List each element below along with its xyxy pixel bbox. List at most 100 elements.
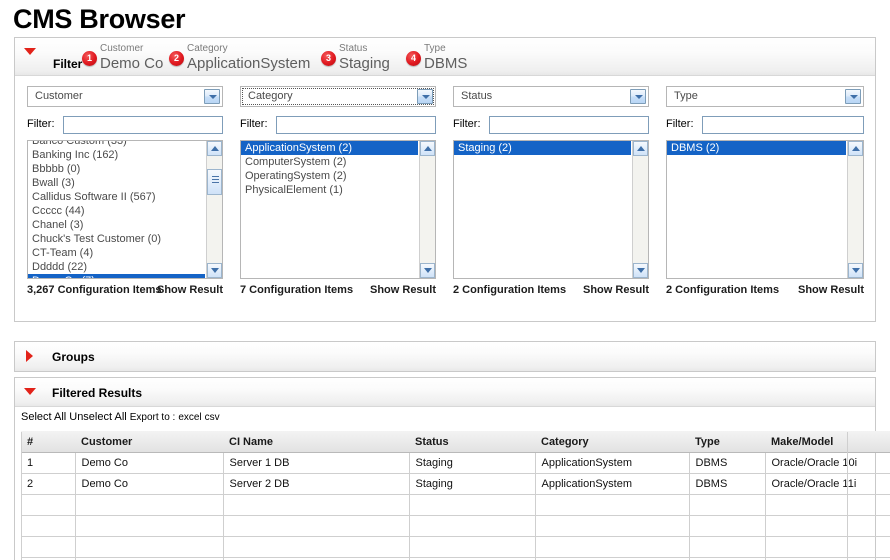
list-item[interactable]: ApplicationSystem (2)	[241, 141, 418, 155]
list-item[interactable]: Staging (2)	[454, 141, 631, 155]
table-column-header[interactable]: #	[21, 431, 75, 453]
list-item[interactable]: ComputerSystem (2)	[241, 155, 418, 169]
filter-input-customer[interactable]	[63, 116, 223, 134]
scroll-down-arrow-icon[interactable]	[420, 263, 435, 278]
table-column-header[interactable]: Make/Model	[765, 431, 890, 453]
results-panel-header[interactable]: Filtered Results	[15, 378, 875, 407]
table-row[interactable]: 2 Demo Co Server 2 DB Staging ApplicationSys…	[21, 473, 890, 495]
scroll-down-arrow-icon[interactable]	[633, 263, 648, 278]
filter-listbox-customer[interactable]: Banco Custom (33) Banking Inc (162) Bbbbb …	[27, 140, 223, 279]
scroll-down-arrow-icon[interactable]	[848, 263, 863, 278]
table-cell	[765, 536, 890, 558]
table-cell	[21, 536, 76, 558]
select-all-link[interactable]: Select All	[21, 411, 66, 423]
scroll-up-arrow-icon[interactable]	[633, 141, 648, 156]
groups-panel-header[interactable]: Groups	[15, 342, 875, 371]
scrollbar-category[interactable]	[419, 141, 435, 278]
table-row[interactable]	[21, 515, 890, 537]
table-cell	[765, 494, 890, 516]
filter-summary-value-3: Staging	[339, 55, 390, 72]
table-cell: ApplicationSystem	[535, 473, 690, 495]
filter-select-customer[interactable]: Customer	[27, 86, 223, 107]
table-row[interactable]	[21, 536, 890, 558]
scroll-down-arrow-icon[interactable]	[207, 263, 222, 278]
unselect-all-link[interactable]: Unselect All	[69, 411, 126, 423]
table-cell: Staging	[409, 473, 536, 495]
table-column-header[interactable]: Type	[689, 431, 765, 453]
list-item[interactable]: Banco Custom (33)	[28, 141, 205, 148]
filtered-results-panel: Filtered Results Select All Unselect All E…	[14, 377, 890, 560]
filter-step-badge-4[interactable]: 4	[406, 51, 421, 66]
scroll-up-arrow-icon[interactable]	[848, 141, 863, 156]
filter-listbox-options-customer: Banco Custom (33) Banking Inc (162) Bbbbb …	[28, 141, 205, 278]
list-item[interactable]: DBMS (2)	[667, 141, 846, 155]
table-cell: Oracle/Oracle 11i	[765, 473, 890, 495]
table-column-header[interactable]: Category	[535, 431, 689, 453]
table-row[interactable]	[21, 494, 890, 516]
filter-input-type[interactable]	[702, 116, 864, 134]
filter-select-category[interactable]: Category	[240, 86, 436, 107]
filter-input-category[interactable]	[276, 116, 436, 134]
chevron-down-icon[interactable]	[417, 89, 433, 104]
filter-listbox-options-category: ApplicationSystem (2) ComputerSystem (2) O…	[241, 141, 418, 278]
export-excel-link[interactable]: excel	[178, 412, 201, 423]
list-item[interactable]: Ddddd (22)	[28, 260, 205, 274]
list-item[interactable]: Demo Co (7)	[28, 274, 205, 278]
chevron-down-icon[interactable]	[204, 89, 220, 104]
show-result-link-customer[interactable]: Show Result	[157, 284, 223, 296]
list-item[interactable]: Banking Inc (162)	[28, 148, 205, 162]
list-item[interactable]: CT-Team (4)	[28, 246, 205, 260]
filter-input-status[interactable]	[489, 116, 649, 134]
table-column-header[interactable]: Status	[409, 431, 535, 453]
list-item[interactable]: Bbbbb (0)	[28, 162, 205, 176]
export-csv-link[interactable]: csv	[205, 412, 220, 423]
show-result-link-status[interactable]: Show Result	[583, 284, 649, 296]
scroll-up-arrow-icon[interactable]	[207, 141, 222, 156]
table-column-header[interactable]: CI Name	[223, 431, 409, 453]
list-item[interactable]: Callidus Software II (567)	[28, 190, 205, 204]
table-row[interactable]: 1 Demo Co Server 1 DB Staging ApplicationSys…	[21, 452, 890, 474]
filter-text-label-customer: Filter:	[27, 118, 55, 130]
table-header-row: # Customer CI Name Status Category Type Make/M…	[21, 431, 890, 453]
filter-select-status[interactable]: Status	[453, 86, 649, 107]
scroll-up-arrow-icon[interactable]	[420, 141, 435, 156]
table-cell: 1	[21, 452, 76, 474]
filter-listbox-type[interactable]: DBMS (2)	[666, 140, 864, 279]
table-column-header[interactable]: Customer	[75, 431, 223, 453]
filter-step-badge-2[interactable]: 2	[169, 51, 184, 66]
scrollbar-status[interactable]	[632, 141, 648, 278]
list-item[interactable]: Chanel (3)	[28, 218, 205, 232]
table-cell	[689, 515, 766, 537]
list-item[interactable]: Chuck's Test Customer (0)	[28, 232, 205, 246]
table-cell	[21, 494, 76, 516]
scrollbar-type[interactable]	[847, 141, 863, 278]
scrollbar-thumb[interactable]	[207, 169, 222, 195]
table-cell	[75, 515, 224, 537]
scrollbar-customer[interactable]	[206, 141, 222, 278]
filter-panel-header[interactable]: Filter 1 Customer Demo Co 2 Category Applicat…	[15, 38, 875, 76]
list-item[interactable]: OperatingSystem (2)	[241, 169, 418, 183]
filter-select-type[interactable]: Type	[666, 86, 864, 107]
list-item[interactable]: Ccccc (44)	[28, 204, 205, 218]
filter-step-badge-1[interactable]: 1	[82, 51, 97, 66]
filter-panel: Filter 1 Customer Demo Co 2 Category Applicat…	[14, 37, 876, 322]
table-cell: ApplicationSystem	[535, 452, 690, 474]
table-cell	[75, 536, 224, 558]
groups-panel[interactable]: Groups	[14, 341, 876, 372]
table-cell	[535, 494, 690, 516]
filter-listbox-status[interactable]: Staging (2)	[453, 140, 649, 279]
triangle-down-icon[interactable]	[24, 388, 36, 395]
chevron-down-icon[interactable]	[630, 89, 646, 104]
filter-text-label-status: Filter:	[453, 118, 481, 130]
chevron-down-icon[interactable]	[845, 89, 861, 104]
show-result-link-category[interactable]: Show Result	[370, 284, 436, 296]
triangle-down-icon[interactable]	[24, 48, 36, 55]
filter-step-badge-3[interactable]: 3	[321, 51, 336, 66]
filter-listbox-category[interactable]: ApplicationSystem (2) ComputerSystem (2) O…	[240, 140, 436, 279]
show-result-link-type[interactable]: Show Result	[798, 284, 864, 296]
filter-select-value-type: Type	[674, 90, 698, 102]
list-item[interactable]: Bwall (3)	[28, 176, 205, 190]
filter-summary-item-3: Status Staging	[339, 43, 390, 72]
triangle-right-icon[interactable]	[26, 350, 33, 362]
list-item[interactable]: PhysicalElement (1)	[241, 183, 418, 197]
